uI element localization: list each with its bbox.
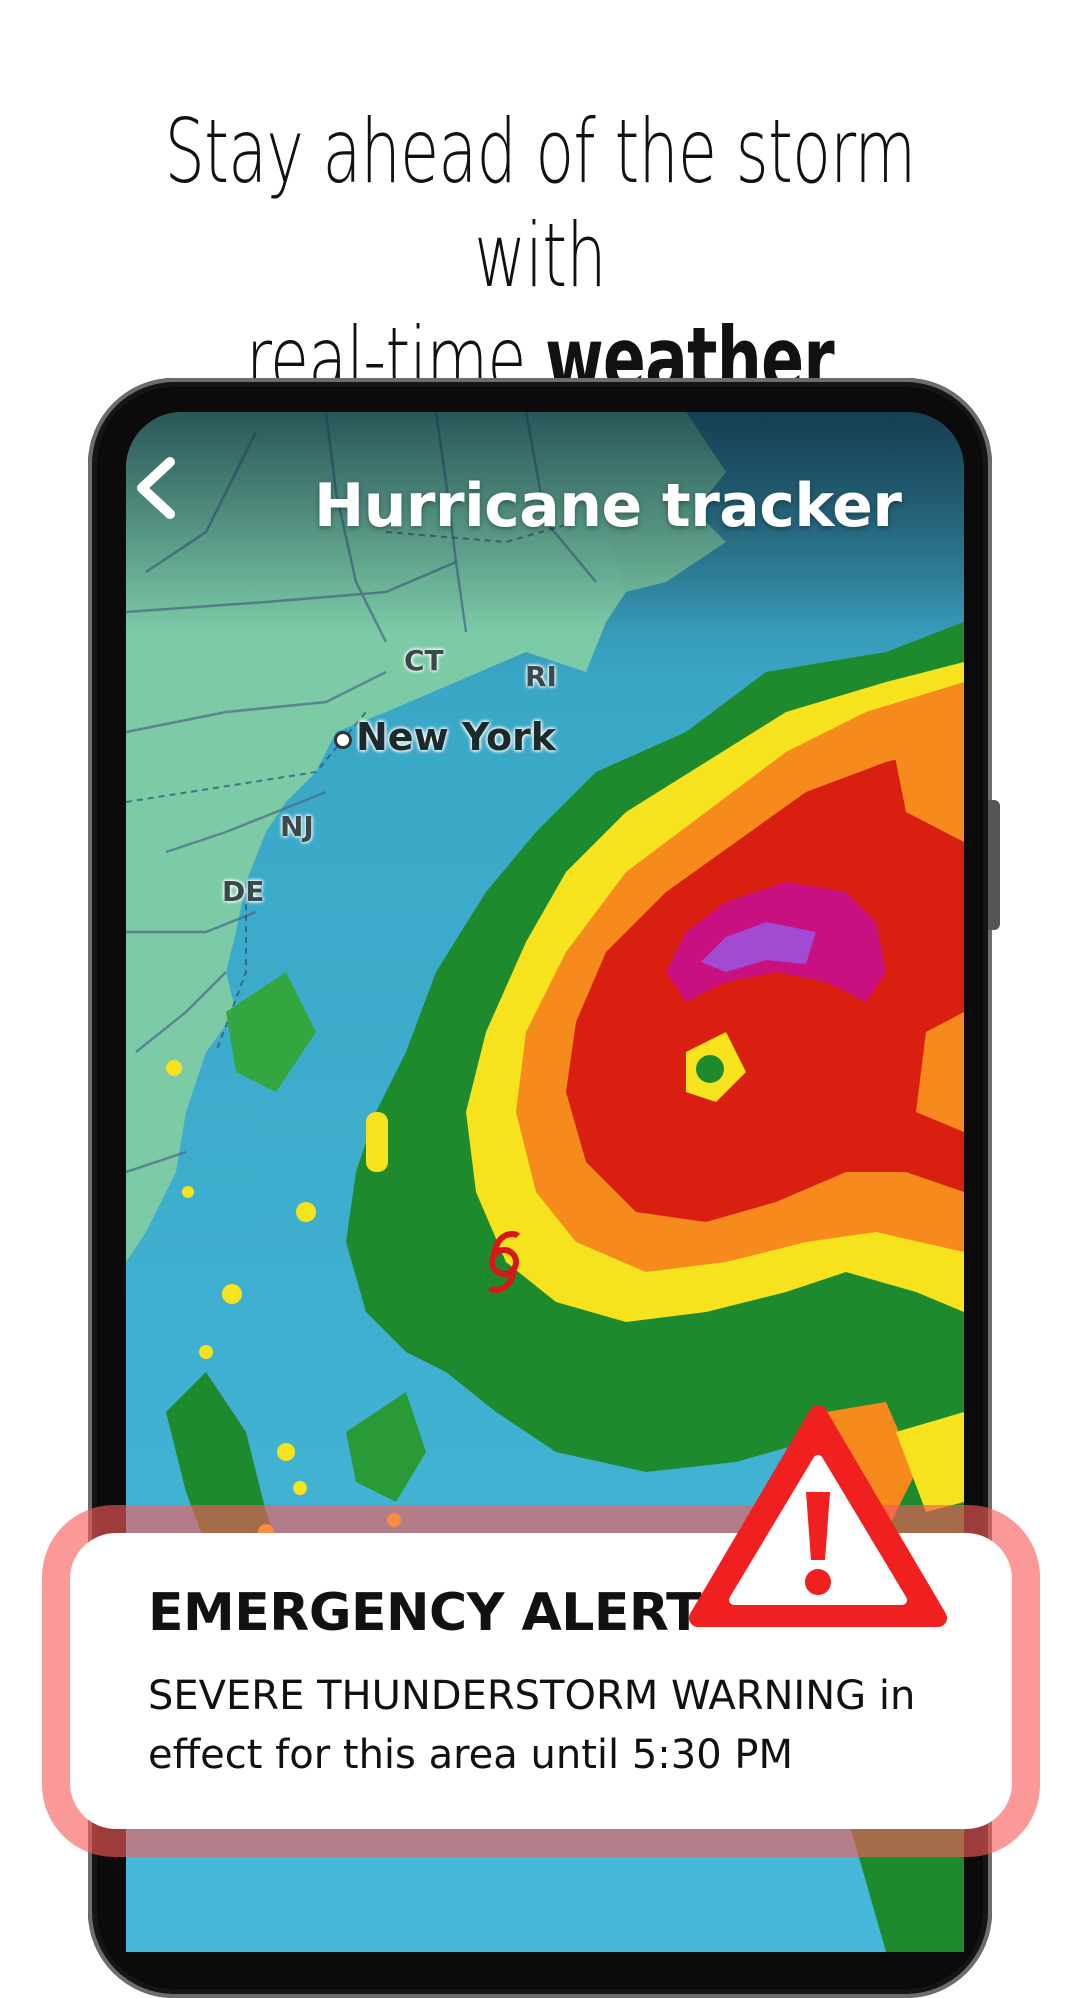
- city-label-new-york[interactable]: New York: [356, 715, 556, 759]
- state-label-ct: CT: [404, 644, 444, 677]
- alert-message: SEVERE THUNDERSTORM WARNING in effect fo…: [148, 1673, 916, 1778]
- alert-title: EMERGENCY ALERT: [148, 1583, 702, 1643]
- state-label-de: DE: [222, 875, 265, 908]
- state-label-ri: RI: [525, 660, 557, 693]
- phone-side-button: [988, 800, 1000, 930]
- headline-line-1: Stay ahead of the storm with: [164, 100, 916, 307]
- screen-title: Hurricane tracker: [314, 471, 902, 541]
- warning-triangle-icon: [689, 1405, 947, 1627]
- city-marker[interactable]: [334, 731, 352, 749]
- app-bar: Hurricane tracker: [126, 456, 964, 556]
- state-label-nj: NJ: [280, 810, 314, 843]
- chevron-left-icon[interactable]: [126, 456, 186, 520]
